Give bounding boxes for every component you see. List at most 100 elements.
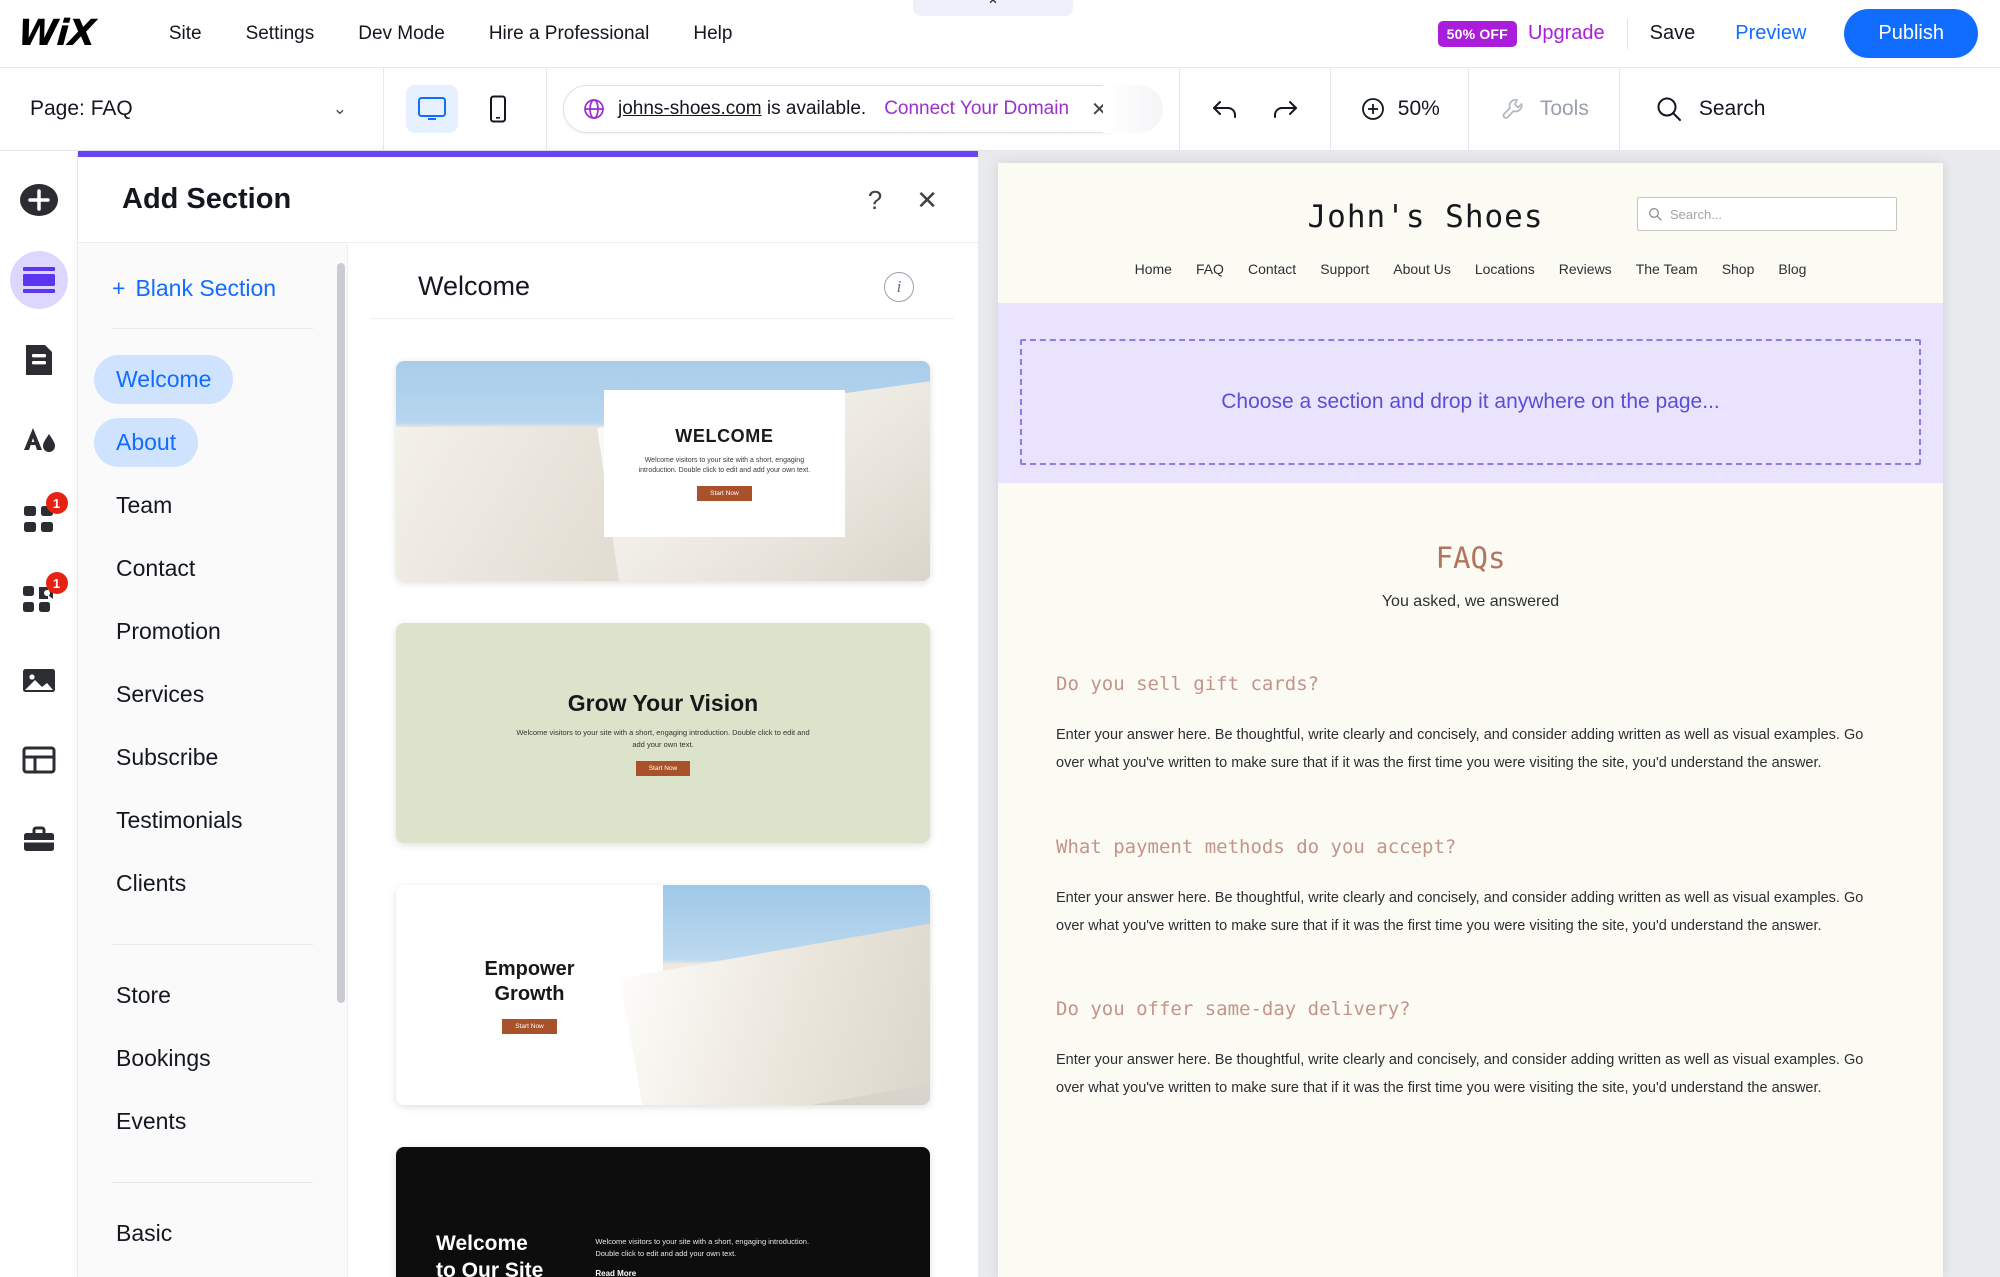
- zoom-level-label: 50%: [1397, 97, 1440, 120]
- category-text[interactable]: Text: [94, 1272, 180, 1277]
- section-drop-zone[interactable]: Choose a section and drop it anywhere on…: [1020, 339, 1921, 465]
- menu-settings[interactable]: Settings: [224, 13, 337, 55]
- domain-banner: johns-shoes.com is available. Connect Yo…: [547, 85, 1179, 133]
- card-text-block: Welcome visitors to your site with a sho…: [595, 1236, 825, 1277]
- rail-item-business[interactable]: [10, 811, 68, 869]
- panel-header: Add Section ? ✕: [78, 157, 978, 243]
- promo-badge: 50% OFF: [1437, 20, 1517, 47]
- category-clients[interactable]: Clients: [94, 859, 208, 908]
- category-about[interactable]: About: [94, 418, 199, 467]
- category-store[interactable]: Store: [94, 971, 193, 1020]
- rail-item-add[interactable]: [10, 171, 68, 229]
- briefcase-icon: [23, 826, 54, 851]
- faq-question: Do you sell gift cards?: [1056, 673, 1320, 695]
- integrations-badge: 1: [45, 572, 68, 594]
- rail-item-apps[interactable]: 1: [10, 491, 68, 549]
- site-nav-the-team[interactable]: The Team: [1636, 261, 1698, 277]
- section-card-welcome[interactable]: WELCOME Welcome visitors to your site wi…: [396, 361, 930, 581]
- search-icon: [1649, 208, 1662, 221]
- zoom-control[interactable]: 50%: [1331, 95, 1468, 123]
- menu-help[interactable]: Help: [671, 13, 754, 55]
- blank-section-label: Blank Section: [135, 275, 277, 301]
- category-subscribe[interactable]: Subscribe: [94, 733, 240, 782]
- tools-button[interactable]: Tools: [1469, 95, 1619, 123]
- category-bookings[interactable]: Bookings: [94, 1034, 233, 1083]
- help-icon[interactable]: ?: [868, 187, 882, 213]
- menu-dev-mode[interactable]: Dev Mode: [336, 13, 467, 55]
- table-icon: [22, 746, 55, 774]
- page-selector-label: Page: FAQ: [30, 97, 133, 120]
- section-card-welcome-to-our-site[interactable]: Welcome to Our Site Welcome visitors to …: [396, 1147, 930, 1277]
- desktop-view-button[interactable]: [406, 85, 458, 133]
- rail-item-sections[interactable]: [9, 251, 68, 309]
- page-selector[interactable]: Page: FAQ ⌄: [0, 68, 383, 150]
- faq-item[interactable]: What payment methods do you accept? Ente…: [1056, 836, 1885, 941]
- site-nav-home[interactable]: Home: [1135, 261, 1172, 277]
- site-search-input[interactable]: Search...: [1637, 197, 1897, 231]
- mobile-view-button[interactable]: [472, 85, 524, 133]
- save-button[interactable]: Save: [1650, 22, 1696, 45]
- dune-photo: [663, 885, 930, 1105]
- card-body: Welcome visitors to your site with a sho…: [516, 728, 810, 749]
- faq-item[interactable]: Do you offer same-day delivery? Enter yo…: [1056, 998, 1885, 1103]
- publish-button[interactable]: Publish: [1844, 9, 1978, 58]
- connect-domain-link[interactable]: Connect Your Domain: [884, 98, 1069, 120]
- menu-site[interactable]: Site: [147, 13, 224, 55]
- site-nav-shop[interactable]: Shop: [1722, 261, 1755, 277]
- domain-banner-shadow: [1102, 85, 1163, 133]
- site-nav-blog[interactable]: Blog: [1778, 261, 1806, 277]
- faq-question: Do you offer same-day delivery?: [1056, 998, 1411, 1021]
- category-scrollbar[interactable]: [337, 263, 345, 1003]
- category-team[interactable]: Team: [94, 481, 194, 530]
- rail-item-integrations[interactable]: 1: [10, 571, 68, 629]
- search-button[interactable]: Search: [1620, 94, 1800, 124]
- rail-item-content[interactable]: [10, 731, 68, 789]
- top-menu-bar: WiX Site Settings Dev Mode Hire a Profes…: [0, 0, 2000, 68]
- blank-section-button[interactable]: + Blank Section: [78, 275, 347, 302]
- domain-name: johns-shoes.com is available.: [618, 98, 867, 119]
- site-search-placeholder: Search...: [1670, 206, 1723, 222]
- section-card-empower-growth[interactable]: Empower Growth Start Now: [396, 885, 930, 1105]
- menu-hire-a-professional[interactable]: Hire a Professional: [467, 13, 672, 55]
- wix-logo[interactable]: WiX: [17, 13, 97, 54]
- card-body: Welcome visitors to your site with a sho…: [595, 1237, 810, 1258]
- site-nav-about-us[interactable]: About Us: [1393, 261, 1451, 277]
- category-testimonials[interactable]: Testimonials: [94, 796, 265, 845]
- site-nav-support[interactable]: Support: [1320, 261, 1369, 277]
- site-nav-locations[interactable]: Locations: [1475, 261, 1535, 277]
- panel-body: + Blank Section Welcome About Team Conta…: [78, 243, 978, 1277]
- undo-button[interactable]: [1210, 96, 1242, 122]
- category-services[interactable]: Services: [94, 670, 226, 719]
- category-basic[interactable]: Basic: [94, 1209, 194, 1258]
- preview-button[interactable]: Preview: [1735, 22, 1806, 45]
- site-preview: John's Shoes Search... Home FAQ Contact …: [998, 163, 1943, 1277]
- undo-icon: [1212, 101, 1236, 118]
- plus-circle-icon: [19, 184, 58, 216]
- globe-icon: [584, 99, 604, 119]
- divider: [1626, 18, 1628, 49]
- rail-item-media[interactable]: [10, 651, 68, 709]
- apps-badge: 1: [45, 492, 68, 514]
- upgrade-link[interactable]: Upgrade: [1528, 22, 1605, 45]
- faq-item[interactable]: Do you sell gift cards? Enter your answe…: [1056, 673, 1885, 778]
- editor-toolbar: Page: FAQ ⌄ johns-shoes.com is available…: [0, 67, 2000, 151]
- category-promotion[interactable]: Promotion: [94, 607, 243, 656]
- card-title: WELCOME: [675, 425, 774, 446]
- rail-item-theme[interactable]: [10, 411, 68, 469]
- add-section-panel: Add Section ? ✕ + Blank Section Welcome …: [78, 151, 978, 1277]
- rail-item-pages[interactable]: [10, 331, 68, 389]
- redo-button[interactable]: [1268, 96, 1300, 122]
- site-nav-reviews[interactable]: Reviews: [1559, 261, 1612, 277]
- section-card-grow-your-vision[interactable]: Grow Your Vision Welcome visitors to you…: [396, 623, 930, 843]
- close-icon[interactable]: ✕: [916, 187, 938, 213]
- category-welcome[interactable]: Welcome: [94, 355, 234, 404]
- category-contact[interactable]: Contact: [94, 544, 217, 593]
- divider: [112, 328, 313, 329]
- category-events[interactable]: Events: [94, 1097, 208, 1146]
- info-icon[interactable]: i: [884, 271, 914, 302]
- editor-canvas: John's Shoes Search... Home FAQ Contact …: [978, 151, 2000, 1277]
- collapse-tab[interactable]: [913, 0, 1073, 16]
- site-nav-faq[interactable]: FAQ: [1196, 261, 1224, 277]
- green-panel: Grow Your Vision Welcome visitors to you…: [396, 623, 930, 843]
- site-nav-contact[interactable]: Contact: [1248, 261, 1296, 277]
